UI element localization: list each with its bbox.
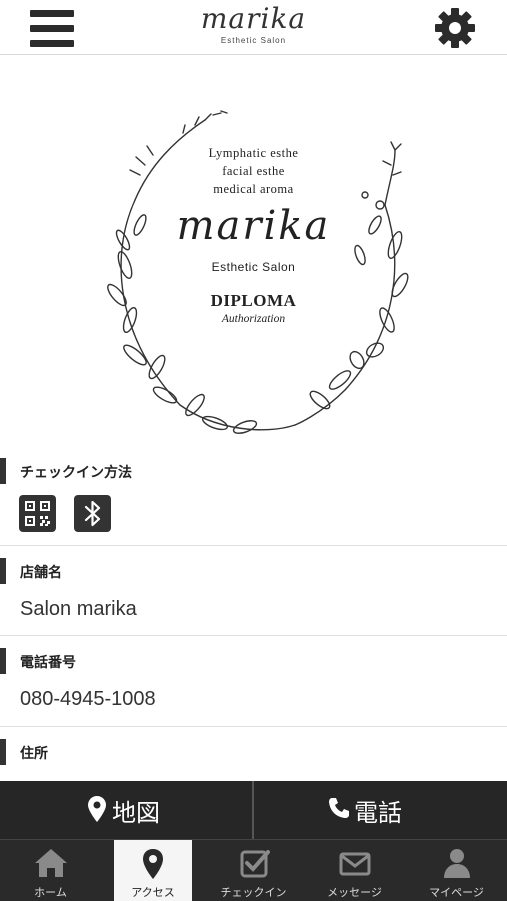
call-button[interactable]: 電話	[254, 781, 506, 839]
tab-message-label: メッセージ	[327, 886, 382, 899]
action-bar: 地図 電話	[0, 781, 507, 839]
map-pin-icon	[88, 796, 106, 822]
salon-logo-image: Lymphatic esthe facial esthe medical aro…	[0, 55, 507, 450]
hero-line-facial: facial esthe	[222, 164, 285, 178]
tab-home[interactable]: ホーム	[0, 840, 101, 901]
address-label: 住所	[20, 746, 48, 762]
store-name-value: Salon marika	[20, 598, 137, 620]
section-header: 住所	[0, 739, 507, 765]
gear-icon[interactable]	[433, 6, 477, 50]
section-accent-bar	[0, 558, 6, 584]
header-logo[interactable]: marika Esthetic Salon	[180, 2, 327, 52]
header-logo-script: marika	[200, 2, 307, 35]
tab-mypage-label: マイページ	[429, 886, 484, 899]
tab-mypage[interactable]: マイページ	[406, 840, 507, 901]
phone-label: 電話番号	[20, 655, 76, 671]
tab-message[interactable]: メッセージ	[304, 840, 405, 901]
tab-checkin-label: チェックイン	[220, 886, 287, 899]
hero-logo-sub: Esthetic Salon	[211, 260, 296, 274]
call-button-label: 電話	[354, 799, 402, 827]
map-button-label: 地図	[112, 799, 160, 827]
app-header: marika Esthetic Salon	[0, 0, 507, 55]
checkin-method-label: チェックイン方法	[20, 465, 132, 481]
tab-home-label: ホーム	[34, 886, 67, 899]
bottom-tab-bar: ホーム アクセス チェックイン メッセージ マイページ	[0, 839, 507, 901]
hero-logo-script: marika	[176, 203, 331, 249]
address-section: 住所	[0, 739, 507, 781]
section-accent-bar	[0, 648, 6, 674]
map-button[interactable]: 地図	[0, 781, 252, 839]
store-name-label: 店舗名	[20, 565, 62, 581]
tab-checkin[interactable]: チェックイン	[203, 840, 304, 901]
section-header: 店舗名	[0, 558, 507, 584]
tab-access[interactable]: アクセス	[114, 840, 192, 901]
header-logo-sub: Esthetic Salon	[220, 36, 287, 45]
section-accent-bar	[0, 458, 6, 484]
qr-code-icon[interactable]	[19, 495, 56, 532]
hero-diploma: DIPLOMA	[210, 291, 297, 310]
hero-line-lymphatic: Lymphatic esthe	[208, 146, 299, 160]
hamburger-menu-icon[interactable]	[30, 10, 74, 47]
tab-access-label: アクセス	[131, 886, 175, 899]
envelope-icon	[339, 852, 371, 876]
phone-icon	[329, 798, 349, 818]
map-pin-icon	[143, 849, 163, 879]
section-header: 電話番号	[0, 648, 507, 674]
checkin-method-section: チェックイン方法	[0, 458, 507, 546]
section-accent-bar	[0, 739, 6, 765]
phone-section: 電話番号 080-4945-1008	[0, 648, 507, 727]
bluetooth-icon[interactable]	[74, 495, 111, 532]
home-icon	[35, 849, 67, 877]
user-icon	[444, 849, 470, 878]
section-header: チェックイン方法	[0, 458, 507, 484]
hero-authorization: Authorization	[221, 313, 286, 325]
phone-value[interactable]: 080-4945-1008	[20, 688, 156, 711]
store-name-section: 店舗名 Salon marika	[0, 558, 507, 636]
hero-line-aroma: medical aroma	[213, 182, 294, 196]
checkin-icon	[240, 850, 270, 878]
